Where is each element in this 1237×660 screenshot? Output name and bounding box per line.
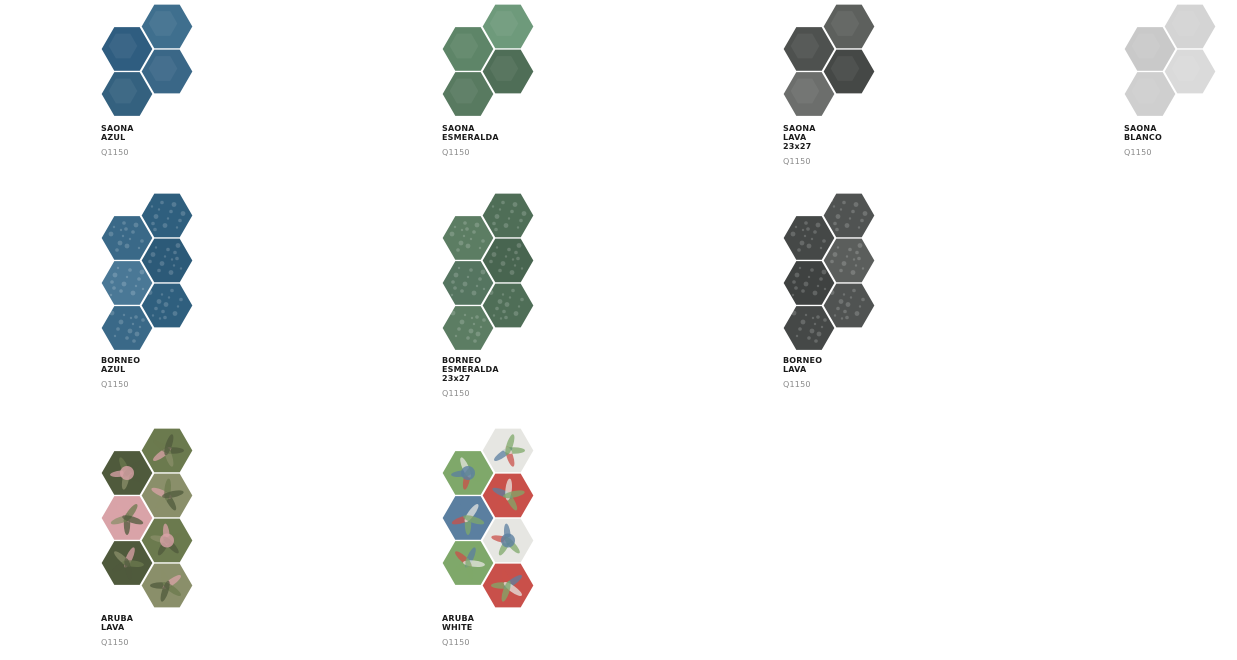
tile-swatch-image[interactable] <box>783 4 878 121</box>
product-card-saona-blanco[interactable]: SAONA BLANCO Q1150 <box>1124 4 1234 157</box>
product-code: Q1150 <box>442 638 470 647</box>
product-card-saona-azul[interactable]: SAONA AZUL Q1150 <box>101 4 211 157</box>
product-name: SAONA LAVA 23x27 <box>783 124 816 151</box>
product-code: Q1150 <box>101 148 129 157</box>
product-code: Q1150 <box>101 380 129 389</box>
product-name: ARUBA LAVA <box>101 614 134 632</box>
tile-swatch-image[interactable] <box>101 193 196 353</box>
product-name: ARUBA WHITE <box>442 614 475 632</box>
product-name: SAONA AZUL <box>101 124 134 142</box>
tile-swatch-image[interactable] <box>442 4 537 121</box>
product-code: Q1150 <box>101 638 129 647</box>
product-card-aruba-lava[interactable]: ARUBA LAVA Q1150 <box>101 428 211 647</box>
product-name: SAONA ESMERALDA <box>442 124 499 142</box>
tile-swatch-image[interactable] <box>101 428 196 611</box>
tile-swatch-image[interactable] <box>101 4 196 121</box>
product-code: Q1150 <box>1124 148 1152 157</box>
product-card-saona-lava[interactable]: SAONA LAVA 23x27 Q1150 <box>783 4 893 166</box>
tile-swatch-image[interactable] <box>442 193 537 353</box>
tile-swatch-image[interactable] <box>442 428 537 611</box>
product-code: Q1150 <box>442 148 470 157</box>
product-code: Q1150 <box>442 389 470 398</box>
product-name: BORNEO LAVA <box>783 356 823 374</box>
product-code: Q1150 <box>783 380 811 389</box>
product-name: BORNEO ESMERALDA 23x27 <box>442 356 499 383</box>
product-card-saona-esmeralda[interactable]: SAONA ESMERALDA Q1150 <box>442 4 552 157</box>
tile-swatch-image[interactable] <box>1124 4 1219 121</box>
product-card-aruba-white[interactable]: ARUBA WHITE Q1150 <box>442 428 552 647</box>
product-code: Q1150 <box>783 157 811 166</box>
product-name: BORNEO AZUL <box>101 356 141 374</box>
product-name: SAONA BLANCO <box>1124 124 1162 142</box>
product-card-borneo-azul[interactable]: BORNEO AZUL Q1150 <box>101 193 211 389</box>
product-card-borneo-esmeralda[interactable]: BORNEO ESMERALDA 23x27 Q1150 <box>442 193 552 398</box>
product-card-borneo-lava[interactable]: BORNEO LAVA Q1150 <box>783 193 893 389</box>
tile-swatch-image[interactable] <box>783 193 878 353</box>
